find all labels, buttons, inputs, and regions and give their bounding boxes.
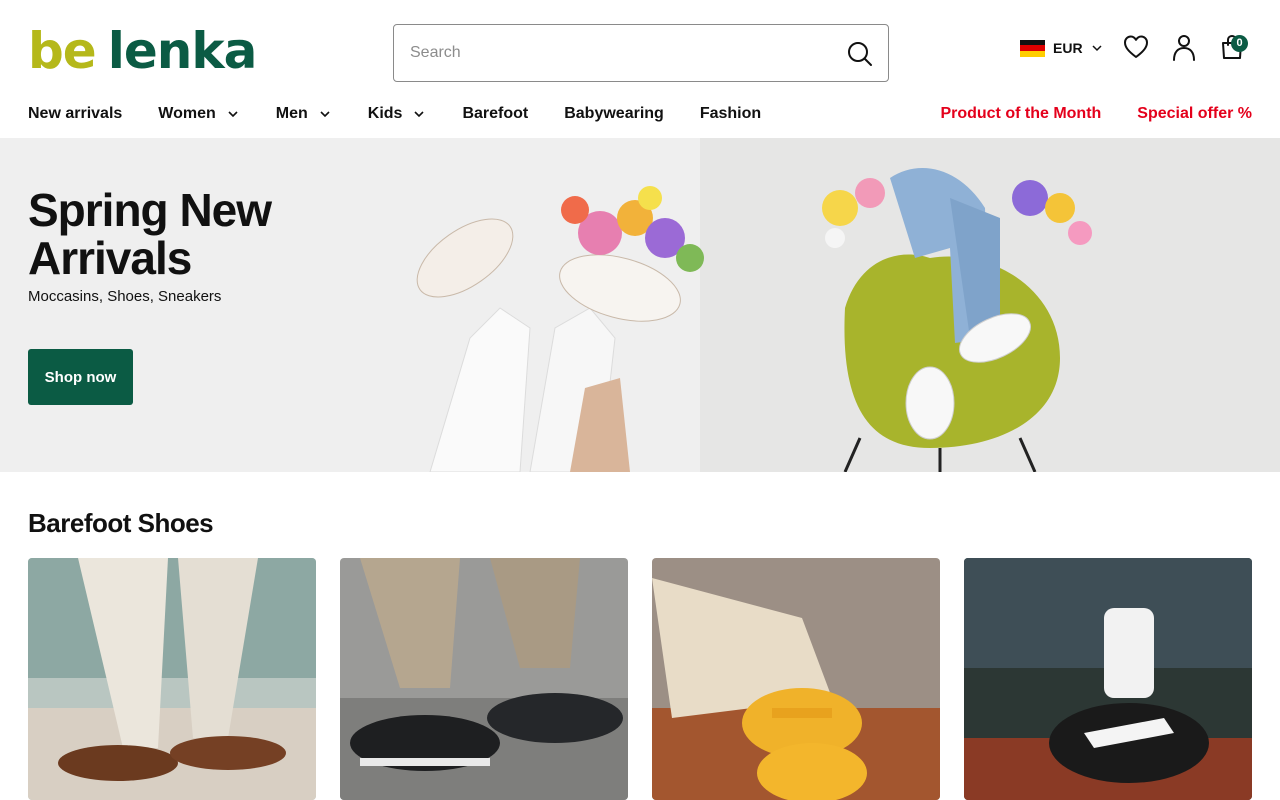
germany-flag-icon — [1020, 39, 1045, 57]
nav-men[interactable]: Men — [276, 105, 332, 123]
nav-label: Babywearing — [564, 105, 664, 122]
product-card-black-sneakers[interactable] — [340, 558, 628, 800]
main-navigation: New arrivals Women Men Kids Barefoot Bab… — [28, 102, 797, 126]
nav-special-offer[interactable]: Special offer % — [1137, 105, 1252, 123]
user-account-icon[interactable] — [1170, 33, 1198, 61]
site-header: be lenka EUR 0 New arrivals Women Men Ki… — [0, 0, 1280, 138]
hero-subtitle: Moccasins, Shoes, Sneakers — [28, 288, 222, 305]
search-box — [393, 24, 889, 82]
shop-now-button[interactable]: Shop now — [28, 349, 133, 405]
nav-label: Men — [275, 105, 308, 122]
be-lenka-logo[interactable]: be lenka — [28, 22, 258, 80]
nav-new-arrivals[interactable]: New arrivals — [28, 105, 122, 123]
nav-label: Barefoot — [462, 105, 529, 122]
product-card-black-canvas-sneakers[interactable] — [964, 558, 1252, 800]
nav-label: Women — [158, 105, 216, 122]
chevron-down-icon — [1092, 45, 1102, 52]
product-card-moccasins[interactable] — [28, 558, 316, 800]
product-image — [28, 558, 316, 800]
chevron-down-icon — [320, 111, 330, 118]
nav-women[interactable]: Women — [158, 105, 239, 123]
currency-selector[interactable]: EUR — [1020, 37, 1103, 59]
nav-label: Kids — [367, 105, 403, 122]
nav-barefoot[interactable]: Barefoot — [462, 105, 528, 123]
wishlist-heart-icon[interactable] — [1122, 33, 1150, 61]
nav-product-of-the-month[interactable]: Product of the Month — [940, 105, 1101, 123]
chevron-down-icon — [414, 111, 425, 118]
hero-title: Spring New Arrivals — [28, 184, 272, 284]
nav-babywearing[interactable]: Babywearing — [564, 105, 664, 123]
product-image — [652, 558, 940, 800]
product-image — [340, 558, 628, 800]
search-icon[interactable] — [846, 40, 874, 68]
hero-banner: Spring New Arrivals Moccasins, Shoes, Sn… — [0, 138, 1280, 472]
product-card-grid — [28, 558, 1252, 800]
promo-navigation: Product of the Month Special offer % — [940, 102, 1252, 126]
product-card-yellow-kids-shoes[interactable] — [652, 558, 940, 800]
logo-be: be — [28, 22, 97, 80]
product-image — [964, 558, 1252, 800]
section-title: Barefoot Shoes — [28, 508, 214, 538]
cart-count-badge: 0 — [1231, 35, 1248, 52]
nav-fashion[interactable]: Fashion — [700, 105, 761, 123]
nav-kids[interactable]: Kids — [368, 105, 427, 123]
search-input[interactable] — [410, 25, 830, 81]
nav-label: Fashion — [699, 105, 762, 122]
currency-code: EUR — [1053, 40, 1083, 56]
logo-lenka: lenka — [107, 22, 258, 80]
chevron-down-icon — [228, 111, 238, 118]
nav-label: New arrivals — [28, 105, 123, 122]
